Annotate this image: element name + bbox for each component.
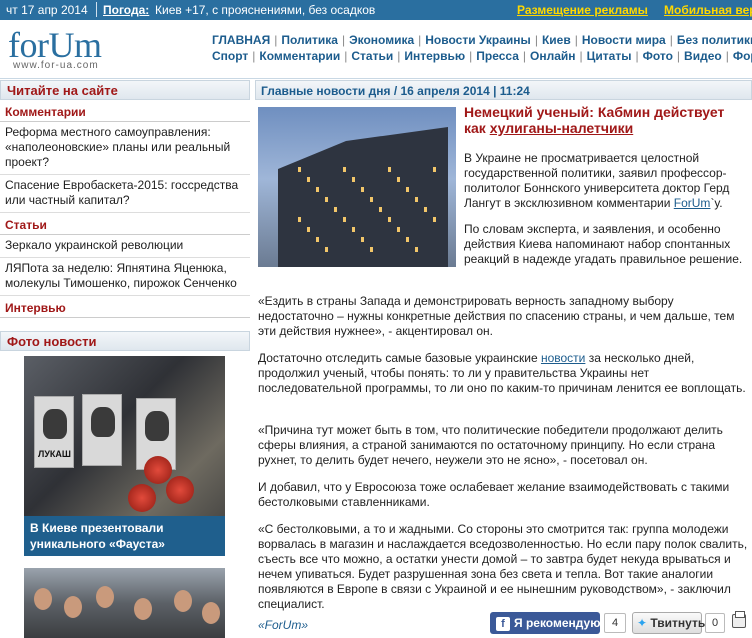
sidebar: Читайте на сайте Комментарии Реформа мес…	[0, 80, 250, 318]
article-paragraph: По словам эксперта, и заявления, и особе…	[464, 222, 743, 266]
nav-separator: |	[635, 49, 639, 63]
site-url: www.for-ua.com	[13, 60, 99, 71]
section-title-articles[interactable]: Статьи	[0, 213, 250, 235]
article-paragraph: «С бестолковыми, а то и жадными. Со стор…	[258, 522, 748, 611]
nav-item[interactable]: Пресса	[476, 49, 519, 63]
tweet-count: 0	[705, 613, 725, 633]
article-signature: «ForUm»	[258, 618, 309, 632]
book-image	[82, 394, 122, 466]
nav-separator: |	[522, 49, 526, 63]
nav-item[interactable]: Киев	[542, 33, 571, 47]
nav-item[interactable]: Цитаты	[587, 49, 632, 63]
current-date: чт 17 апр 2014	[6, 3, 88, 17]
nav-separator: |	[534, 33, 538, 47]
article-paragraph: Достаточно отследить самые базовые украи…	[258, 351, 746, 395]
list-item[interactable]: Реформа местного самоуправления: «наполе…	[0, 122, 250, 175]
sidebar-heading: Читайте на сайте	[0, 80, 250, 100]
news-link[interactable]: новости	[541, 351, 585, 365]
flower-image	[166, 476, 194, 504]
list-item[interactable]: Зеркало украинской революции	[0, 235, 250, 258]
photo-news-image-crowd[interactable]	[24, 568, 225, 638]
nav-separator: |	[676, 49, 681, 63]
header-divider	[0, 78, 752, 79]
flower-image	[128, 484, 156, 512]
book-image: ЛУКАШ	[34, 396, 74, 468]
sidebar-section-comments: Комментарии Реформа местного самоуправле…	[0, 100, 250, 213]
article-title[interactable]: Немецкий ученый: Кабмин действует как ху…	[464, 104, 746, 136]
photo-caption[interactable]: В Киеве презентовали уникального «Фауста…	[24, 516, 225, 556]
nav-item[interactable]: Без политики	[677, 33, 752, 47]
forum-link[interactable]: ForUm	[674, 196, 711, 210]
twitter-bird-icon: ✦	[637, 616, 648, 630]
nav-separator: |	[725, 49, 729, 63]
tweet-button[interactable]: ✦ Твитнуть	[632, 612, 705, 634]
nav-separator: |	[341, 33, 346, 47]
nav-item[interactable]: Новости мира	[582, 33, 666, 47]
photo-news-heading: Фото новости	[0, 331, 250, 351]
mobile-version-link[interactable]: Мобильная версия	[664, 3, 752, 17]
recommend-count: 4	[604, 613, 626, 633]
photo-news-image-faust[interactable]: ЛУКАШ В Киеве презентовали уникального «…	[24, 356, 225, 556]
nav-item[interactable]: Комментарии	[259, 49, 340, 63]
sidebar-section-articles: Статьи Зеркало украинской революции ЛЯПо…	[0, 213, 250, 296]
nav-item[interactable]: Статьи	[351, 49, 393, 63]
article-paragraph: В Украине не просматривается целостной г…	[464, 151, 730, 210]
weather-link[interactable]: Погода:	[103, 3, 149, 17]
article-paragraph: «Ездить в страны Запада и демонстрироват…	[258, 294, 735, 338]
main-nav-row-1: ГЛАВНАЯ | Политика | Экономика | Новости Украи…	[212, 33, 752, 47]
article-paragraph: И добавил, что у Евросоюза тоже ослабева…	[258, 480, 730, 509]
nav-separator: |	[344, 49, 348, 63]
print-icon[interactable]	[732, 611, 746, 628]
nav-item[interactable]: Спорт	[212, 49, 248, 63]
weather-text: Киев +17, с прояснениями, без осадков	[155, 3, 376, 17]
nav-separator: |	[579, 49, 583, 63]
nav-item[interactable]: Видео	[684, 49, 722, 63]
section-title-interviews[interactable]: Интервью	[0, 296, 250, 318]
nav-separator: |	[397, 49, 401, 63]
sidebar-section-interviews: Интервью	[0, 296, 250, 318]
nav-item[interactable]: ГЛАВНАЯ	[212, 33, 270, 47]
flower-image	[144, 456, 172, 484]
nav-item[interactable]: Политика	[281, 33, 338, 47]
article-paragraph: «Причина тут может быть в том, что полит…	[258, 423, 723, 467]
divider	[96, 2, 97, 17]
section-title-comments[interactable]: Комментарии	[0, 100, 250, 122]
list-item[interactable]: Спасение Евробаскета-2015: госсредства и…	[0, 175, 250, 213]
nav-item[interactable]: Форум	[733, 49, 752, 63]
top-bar: чт 17 апр 2014 Погода: Киев +17, с прояс…	[0, 0, 752, 20]
list-item[interactable]: ЛЯПота за неделю: Япнятина Яценюка, моле…	[0, 258, 250, 296]
nav-item[interactable]: Интервью	[404, 49, 465, 63]
article-image	[258, 107, 456, 267]
nav-separator: |	[669, 33, 673, 47]
nav-separator: |	[274, 33, 278, 47]
site-header: forUm www.for-ua.com ГЛАВНАЯ | Политика | Эк…	[0, 20, 752, 78]
nav-separator: |	[574, 33, 578, 47]
nav-separator: |	[469, 49, 473, 63]
nav-item[interactable]: Онлайн	[530, 49, 576, 63]
nav-separator: |	[252, 49, 256, 63]
nav-separator: |	[418, 33, 422, 47]
main-news-heading: Главные новости дня / 16 апреля 2014 | 1…	[255, 80, 752, 100]
facebook-recommend-button[interactable]: fЯ рекомендую	[490, 612, 600, 634]
nav-item[interactable]: Экономика	[349, 33, 414, 47]
advertising-link[interactable]: Размещение рекламы	[517, 3, 648, 17]
nav-item[interactable]: Новости Украины	[425, 33, 531, 47]
main-nav-row-2: Спорт | Комментарии | Статьи | Интервью | Пресса…	[212, 49, 752, 63]
nav-item[interactable]: Фото	[643, 49, 673, 63]
facebook-icon: f	[496, 617, 510, 631]
